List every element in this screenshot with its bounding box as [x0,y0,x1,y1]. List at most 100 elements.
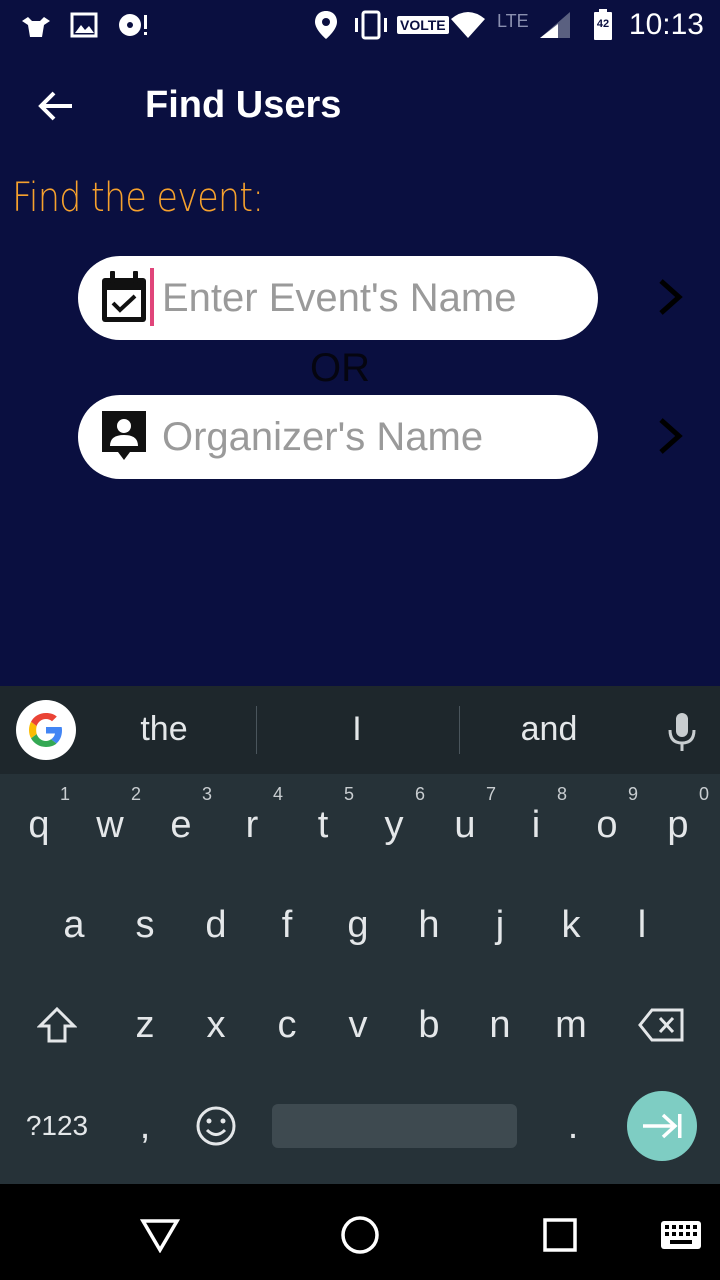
battery-level: 42 [596,18,610,30]
key-a[interactable]: a [39,880,109,970]
next-arrow-icon [643,1113,682,1139]
location-icon [314,10,338,40]
clock: 10:13 [628,8,704,41]
text-cursor [150,268,154,326]
triangle-back-icon [140,1219,180,1253]
key-d[interactable]: d [181,880,251,970]
key-g[interactable]: g [323,880,393,970]
organizer-search-button[interactable] [650,411,690,461]
chevron-right-icon [659,279,683,315]
wifi-icon [450,10,486,40]
key-label: e [170,803,192,846]
emoji-key[interactable] [181,1081,251,1171]
microphone-icon [668,713,696,751]
key-s[interactable]: s [110,880,180,970]
symbols-key[interactable]: ?123 [12,1081,102,1171]
key-p[interactable]: p0 [643,780,713,870]
key-hint: 4 [272,784,283,804]
key-q[interactable]: q1 [4,780,74,870]
key-h[interactable]: h [394,880,464,970]
circle-home-icon [341,1216,379,1254]
soft-keyboard: the I and q1 w2 e3 r4 t5 y6 u7 i8 o9 p0 … [0,686,720,1184]
back-button[interactable] [28,78,84,134]
key-w[interactable]: w2 [75,780,145,870]
space-bar[interactable] [272,1104,517,1148]
key-f[interactable]: f [252,880,322,970]
event-search-button[interactable] [650,272,690,322]
google-button[interactable] [16,700,76,760]
organizer-name-input[interactable] [162,407,582,467]
key-label: u [454,803,476,846]
organizer-name-field[interactable] [78,395,598,479]
key-label: w [96,803,124,846]
volte-badge: VOLTE [397,10,449,40]
key-b[interactable]: b [394,980,464,1070]
key-hint: 9 [627,784,638,804]
suggestion-divider [256,706,257,754]
shift-key[interactable] [22,980,92,1070]
accessibility-icon [18,10,54,40]
key-label: i [531,803,541,846]
key-label: y [384,803,404,846]
key-o[interactable]: o9 [572,780,642,870]
keyboard-icon [661,1221,701,1249]
key-label: o [596,803,618,846]
page-title: Find Users [145,84,342,126]
keyboard-switch-button[interactable] [656,1210,706,1260]
disc-icon [116,10,150,40]
key-hint: 2 [130,784,141,804]
suggestion-2[interactable]: I [262,710,452,749]
key-u[interactable]: u7 [430,780,500,870]
key-x[interactable]: x [181,980,251,1070]
key-label: q [28,803,50,846]
key-m[interactable]: m [536,980,606,1070]
nav-home-button[interactable] [335,1210,385,1260]
key-n[interactable]: n [465,980,535,1070]
suggestion-1[interactable]: the [69,710,259,749]
shift-icon [37,1006,77,1043]
nav-recents-button[interactable] [535,1210,585,1260]
contact-icon [96,409,152,465]
event-name-field[interactable] [78,256,598,340]
key-z[interactable]: z [110,980,180,1070]
chevron-right-icon [659,418,683,454]
voice-input-button[interactable] [662,710,702,754]
battery-icon: 42 [592,9,614,40]
key-i[interactable]: i8 [501,780,571,870]
key-e[interactable]: e3 [146,780,216,870]
key-r[interactable]: r4 [217,780,287,870]
event-name-input[interactable] [162,268,582,328]
key-v[interactable]: v [323,980,393,1070]
google-icon [29,713,62,747]
backspace-icon [638,1008,684,1042]
nav-back-button[interactable] [135,1210,185,1260]
key-t[interactable]: t5 [288,780,358,870]
key-l[interactable]: l [607,880,677,970]
network-type: LTE [497,10,529,31]
backspace-key[interactable] [626,980,696,1070]
calendar-check-icon [96,270,152,326]
key-k[interactable]: k [536,880,606,970]
signal-icon [538,10,572,40]
key-hint: 7 [485,784,496,804]
key-hint: 3 [201,784,212,804]
suggestion-3[interactable]: and [454,710,644,749]
key-hint: 1 [59,784,70,804]
key-label: r [245,803,259,846]
comma-key[interactable]: , [110,1081,180,1171]
period-key[interactable]: . [538,1081,608,1171]
emoji-icon [196,1106,236,1146]
status-bar: VOLTE LTE 42 10:13 [0,0,720,50]
image-icon [70,10,98,40]
vibrate-icon [352,10,390,40]
key-hint: 8 [556,784,567,804]
key-c[interactable]: c [252,980,322,1070]
key-j[interactable]: j [465,880,535,970]
suggestion-bar: the I and [0,686,720,774]
key-y[interactable]: y6 [359,780,429,870]
arrow-left-icon [38,91,72,121]
or-separator: OR [310,346,370,390]
enter-key[interactable] [627,1091,697,1161]
key-label: p [667,803,689,846]
app-bar: Find Users [0,56,720,156]
